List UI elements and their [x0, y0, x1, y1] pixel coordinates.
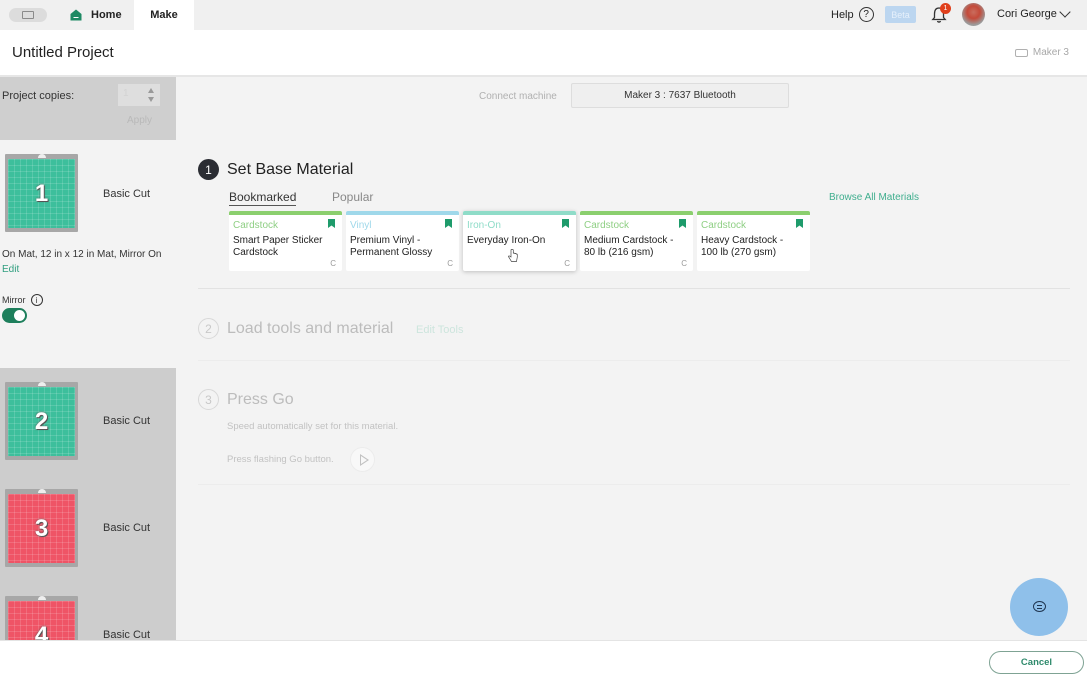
edit-tools-link[interactable]: Edit Tools	[416, 324, 464, 336]
help-button[interactable]: Help ?	[831, 7, 874, 22]
material-category: Cardstock	[701, 220, 747, 231]
go-button[interactable]	[350, 447, 375, 472]
chat-icon	[1033, 601, 1046, 612]
step-3-description: Speed automatically set for this materia…	[227, 421, 399, 432]
project-copies-value: 1	[123, 88, 129, 99]
machine-label: Maker 3	[1032, 47, 1069, 58]
tab-make[interactable]: Make	[134, 0, 194, 30]
device-toggle-button[interactable]	[9, 8, 47, 22]
info-icon[interactable]: i	[30, 294, 43, 306]
mirror-text: Mirror	[2, 295, 26, 305]
machine-indicator: Maker 3	[1014, 47, 1069, 58]
machine-icon	[1014, 48, 1028, 57]
project-copies-stepper[interactable]: 1	[118, 84, 160, 106]
help-icon: ?	[858, 7, 874, 22]
step-1-number: 1	[198, 159, 219, 180]
top-bar: Home Make Help ? Beta 1 Cori George	[0, 0, 1087, 30]
brand-icon: C	[447, 259, 453, 268]
home-icon	[70, 9, 82, 21]
bookmark-icon[interactable]	[562, 219, 569, 228]
brand-icon: C	[681, 259, 687, 268]
mat-number: 2	[8, 387, 75, 456]
material-name: Heavy Cardstock - 100 lb (270 gsm)	[701, 235, 784, 258]
mat-thumbnail-3[interactable]: 3	[5, 489, 78, 567]
step-3-title: Press Go	[227, 391, 294, 408]
bookmark-icon[interactable]	[445, 219, 452, 228]
go-hint: Press flashing Go button.	[227, 454, 334, 465]
mat-label: Basic Cut	[103, 188, 151, 200]
material-category: Iron-On	[467, 220, 501, 231]
material-name: Premium Vinyl - Permanent Glossy	[350, 235, 433, 258]
project-copies-panel: Project copies: 1 Apply	[0, 77, 176, 140]
user-name[interactable]: Cori George	[997, 8, 1057, 20]
divider	[198, 288, 1070, 289]
tab-home[interactable]: Home	[70, 0, 122, 30]
mat-thumbnail-2[interactable]: 2	[5, 382, 78, 460]
material-card[interactable]: Cardstock Smart Paper Sticker Cardstock …	[229, 211, 342, 271]
material-category: Cardstock	[233, 220, 279, 231]
material-category: Vinyl	[350, 220, 372, 231]
step-2-number: 2	[198, 318, 219, 339]
machine-select[interactable]: Maker 3 : 7637 Bluetooth	[571, 83, 789, 108]
play-icon	[360, 454, 369, 466]
page-title: Untitled Project	[12, 44, 114, 61]
notification-badge: 1	[940, 3, 951, 14]
mat-number: 4	[8, 601, 75, 640]
material-name: Everyday Iron-On	[467, 235, 546, 246]
chat-button[interactable]	[1010, 578, 1068, 636]
step-2-title: Load tools and material	[227, 320, 394, 337]
material-category: Cardstock	[584, 220, 630, 231]
decrement-icon[interactable]	[148, 97, 154, 102]
bookmark-icon[interactable]	[796, 219, 803, 228]
bookmark-icon[interactable]	[328, 219, 335, 228]
tab-bookmarked[interactable]: Bookmarked	[229, 190, 297, 206]
apply-button[interactable]: Apply	[127, 115, 152, 126]
divider	[198, 484, 1070, 485]
tab-make-label: Make	[150, 9, 178, 21]
mat-label: Basic Cut	[103, 629, 151, 640]
footer: Cancel	[0, 640, 1087, 680]
tab-popular[interactable]: Popular	[332, 190, 373, 204]
title-bar: Untitled Project Maker 3	[0, 30, 1087, 77]
material-name: Smart Paper Sticker Cardstock	[233, 235, 323, 258]
beta-badge[interactable]: Beta	[885, 6, 916, 23]
mat-info: On Mat, 12 in x 12 in Mat, Mirror On	[2, 249, 162, 260]
browse-all-materials-link[interactable]: Browse All Materials	[829, 192, 919, 203]
mat-thumbnail-4[interactable]: 4	[5, 596, 78, 640]
mirror-label: Mirror i	[2, 294, 43, 306]
help-label: Help	[831, 8, 854, 21]
mat-number: 3	[8, 494, 75, 563]
mat-thumbnail-1[interactable]: 1	[5, 154, 78, 232]
bookmark-icon[interactable]	[679, 219, 686, 228]
make-panel: Connect machine Maker 3 : 7637 Bluetooth…	[176, 77, 1087, 640]
edit-mat-link[interactable]: Edit	[2, 264, 19, 275]
cancel-button[interactable]: Cancel	[989, 651, 1084, 674]
step-3-number: 3	[198, 389, 219, 410]
hand-cursor-icon	[508, 249, 518, 262]
tab-home-label: Home	[91, 9, 122, 21]
project-copies-label: Project copies:	[2, 90, 75, 102]
divider	[198, 360, 1070, 361]
material-card[interactable]: Vinyl Premium Vinyl - Permanent Glossy C	[346, 211, 459, 271]
material-name: Medium Cardstock - 80 lb (216 gsm)	[584, 235, 674, 258]
brand-icon: C	[564, 259, 570, 268]
increment-icon[interactable]	[148, 88, 154, 93]
device-icon	[22, 11, 34, 19]
material-card[interactable]: Cardstock Medium Cardstock - 80 lb (216 …	[580, 211, 693, 271]
brand-icon: C	[330, 259, 336, 268]
step-1-title: Set Base Material	[227, 161, 354, 178]
mat-label: Basic Cut	[103, 415, 151, 427]
chevron-down-icon[interactable]	[1059, 6, 1071, 18]
mat-sidebar: Project copies: 1 Apply 1 Basic Cut On M…	[0, 77, 176, 640]
mat-label: Basic Cut	[103, 522, 151, 534]
material-card[interactable]: Cardstock Heavy Cardstock - 100 lb (270 …	[697, 211, 810, 271]
material-card-selected[interactable]: Iron-On Everyday Iron-On C	[463, 211, 576, 271]
mirror-toggle[interactable]	[2, 308, 27, 323]
mat-number: 1	[8, 159, 75, 228]
connect-machine-label: Connect machine	[479, 91, 557, 102]
avatar[interactable]	[962, 3, 985, 26]
